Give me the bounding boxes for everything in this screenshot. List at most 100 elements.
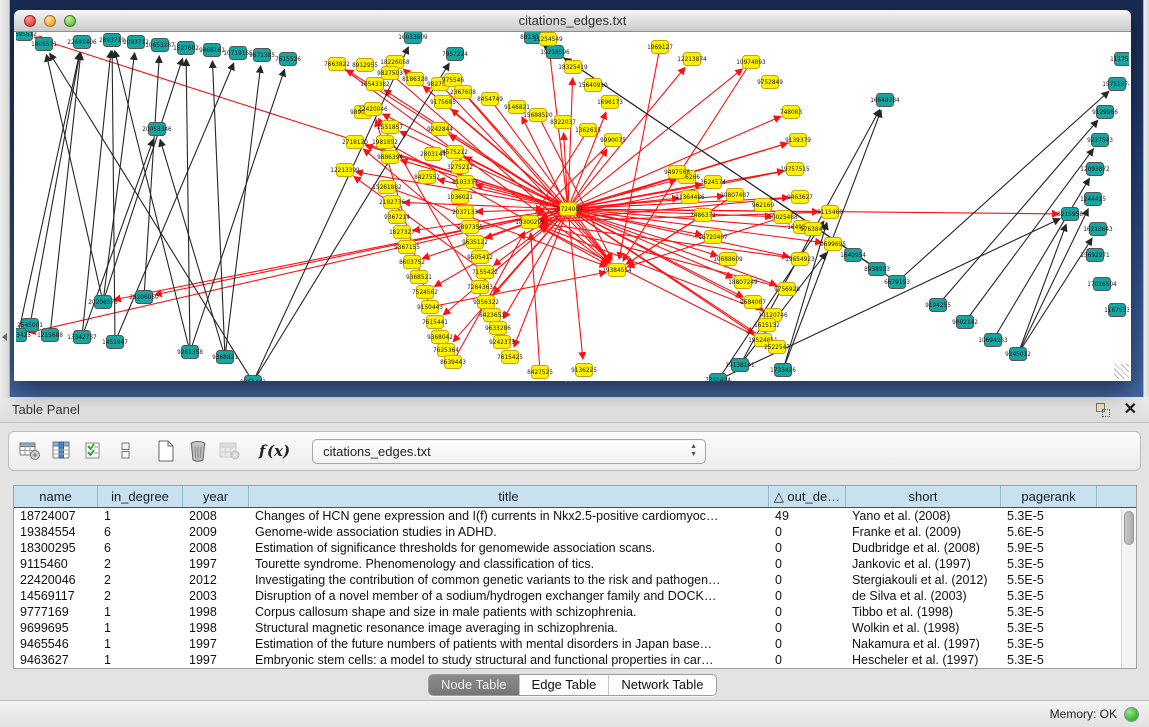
graph-node[interactable]: 7857224 (442, 48, 468, 61)
graph-edge[interactable] (965, 149, 1093, 322)
graph-node[interactable]: 962160 (752, 199, 774, 212)
network-graph[interactable]: 1405571226914062893719209371210653287152… (16, 32, 1129, 381)
graph-node[interactable]: 2367608 (450, 86, 476, 99)
graph-node[interactable]: 8322037 (550, 116, 576, 129)
graph-node[interactable]: 7615526 (275, 53, 301, 66)
graph-node[interactable]: 9699695 (820, 238, 846, 251)
graph-edge[interactable] (82, 139, 153, 337)
graph-edge[interactable] (18, 53, 80, 335)
graph-node[interactable]: 1695512 (16, 32, 37, 41)
graph-node[interactable]: 7524562 (412, 286, 438, 299)
column-header-short[interactable]: short (846, 486, 1001, 507)
graph-node[interactable]: 1969127 (647, 41, 673, 54)
graph-node[interactable]: 9990075 (600, 134, 626, 147)
graph-node[interactable]: 1451947 (102, 336, 128, 349)
graph-edge[interactable] (82, 51, 111, 337)
graph-node[interactable]: 16210643 (1083, 223, 1113, 236)
column-header-title[interactable]: title (249, 486, 769, 507)
column-header-name[interactable]: name (14, 486, 98, 507)
graph-edge[interactable] (225, 66, 261, 357)
graph-node[interactable]: 3624574 (700, 176, 726, 189)
graph-node[interactable]: 1117534 (1110, 53, 1129, 66)
graph-node[interactable]: 17016504 (1087, 278, 1117, 291)
table-row[interactable]: 977716911998Corpus callosum shape and si… (14, 604, 1121, 620)
graph-node[interactable]: 9802142 (952, 316, 978, 329)
graph-node[interactable]: 9261358 (177, 346, 203, 359)
graph-node[interactable]: 16648784 (870, 94, 900, 107)
graph-node[interactable]: 7625364 (433, 344, 459, 357)
graph-node[interactable]: 2893719 (99, 34, 125, 47)
graph-node[interactable]: 19218596 (540, 46, 570, 59)
graph-node[interactable]: 748083 (780, 106, 802, 119)
table-row[interactable]: 911546021997Tourette syndrome. Phenomeno… (14, 556, 1121, 572)
graph-node[interactable]: 22691406 (67, 36, 97, 49)
graph-node[interactable]: 9227543 (1087, 134, 1113, 147)
column-header-out_degree[interactable]: △ out_de… (769, 486, 846, 507)
graph-node[interactable]: 1167533 (1104, 304, 1129, 317)
graph-node[interactable]: 12213399 (330, 164, 360, 177)
right-panel-splitter[interactable] (1143, 0, 1149, 397)
close-panel-icon[interactable]: ✕ (1124, 403, 1137, 417)
graph-edge[interactable] (531, 233, 540, 372)
graph-edge[interactable] (112, 51, 115, 342)
graph-node[interactable]: 19138141 (725, 359, 755, 372)
graph-node[interactable]: 9756928 (774, 283, 800, 296)
graph-edge[interactable] (190, 69, 285, 352)
graph-node[interactable]: 8603752 (399, 256, 425, 269)
graph-node[interactable]: 1244415 (1080, 193, 1106, 206)
function-icon[interactable]: f (x) (259, 442, 290, 460)
graph-node[interactable]: 975546 (442, 74, 464, 87)
graph-node[interactable]: 15261882 (372, 181, 402, 194)
graph-node[interactable]: 9671385 (249, 49, 275, 62)
graph-node[interactable]: 9368042 (427, 331, 453, 344)
graph-node[interactable]: 9194255 (925, 299, 951, 312)
graph-node[interactable]: 16033809 (398, 32, 428, 44)
graph-node[interactable]: 9368521 (406, 271, 432, 284)
close-window-icon[interactable] (24, 15, 36, 27)
graph-node[interactable]: 7615441 (422, 316, 448, 329)
graph-node[interactable]: 15640910 (578, 79, 608, 92)
table-scrollbar-thumb[interactable] (1124, 511, 1134, 545)
graph-edge[interactable] (430, 272, 606, 307)
graph-node[interactable]: 13342737 (67, 331, 97, 344)
table-row[interactable]: 1830029562008Estimation of significance … (14, 540, 1121, 556)
column-header-in_degree[interactable]: in_degree (98, 486, 183, 507)
graph-node[interactable]: 9150443 (417, 301, 443, 314)
minimize-window-icon[interactable] (44, 15, 56, 27)
graph-node[interactable]: 12213874 (677, 53, 707, 66)
table-row[interactable]: 1872400712008Changes of HCN gene express… (14, 508, 1121, 524)
tab-network-table[interactable]: Network Table (609, 675, 715, 695)
graph-node[interactable]: 8361442 (240, 376, 266, 382)
graph-node[interactable]: 19757515 (780, 163, 810, 176)
network-canvas[interactable]: 1405571226914062893719209371210653287152… (14, 32, 1131, 381)
memory-ok-indicator[interactable] (1124, 707, 1139, 722)
graph-node[interactable]: 15751074 (1102, 78, 1129, 91)
graph-node[interactable]: 1733426 (770, 364, 796, 377)
table-row[interactable]: 946362711997Embryonic stem cells: a mode… (14, 652, 1121, 668)
graph-node[interactable]: 1527602 (173, 42, 199, 55)
graph-edge[interactable] (387, 187, 607, 266)
graph-node[interactable]: 10694233 (978, 334, 1008, 347)
graph-node[interactable]: 10653287 (145, 39, 175, 52)
graph-node[interactable]: 19654923 (785, 253, 815, 266)
graph-node[interactable]: 7361424 (705, 374, 731, 382)
graph-node[interactable]: 16720407 (698, 231, 728, 244)
network-view-window[interactable]: citations_edges.txt 14055712269140628937… (14, 10, 1131, 381)
graph-node[interactable]: 10974893 (736, 56, 766, 69)
graph-node[interactable]: 1036021 (447, 191, 473, 204)
table-row[interactable]: 2242004622012Investigating the contribut… (14, 572, 1121, 588)
graph-edge[interactable] (103, 58, 183, 302)
graph-edge[interactable] (253, 47, 408, 381)
table-row[interactable]: 1456911722003Disruption of a novel membe… (14, 588, 1121, 604)
graph-node[interactable]: 9129966 (1092, 106, 1118, 119)
maximize-window-icon[interactable] (64, 15, 76, 27)
graph-node[interactable]: 9633286 (485, 322, 511, 335)
table-row[interactable]: 1938455462009Genome-wide association stu… (14, 524, 1121, 540)
graph-node[interactable]: 12093872 (1080, 163, 1110, 176)
graph-node[interactable]: 8427552 (414, 171, 440, 184)
table-row[interactable]: 946554611997Estimation of the future num… (14, 636, 1121, 652)
column-header-pagerank[interactable]: pagerank (1001, 486, 1097, 507)
graph-node[interactable]: 7155422 (472, 266, 498, 279)
graph-node[interactable]: 1827327 (389, 226, 415, 239)
graph-node[interactable]: 8186328 (402, 73, 428, 86)
